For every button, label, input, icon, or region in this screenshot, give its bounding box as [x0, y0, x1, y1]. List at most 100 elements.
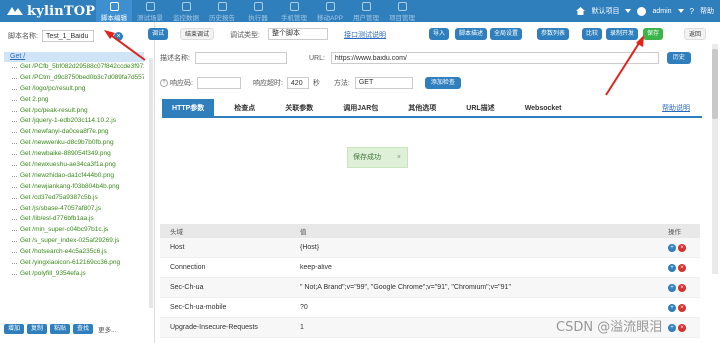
- copy-node-button[interactable]: 复制: [27, 324, 48, 334]
- toast-close-icon[interactable]: ×: [397, 148, 401, 167]
- tree-item[interactable]: Get /PCtm_d9c8750bed0b3c7d089fa7d55720d6…: [4, 73, 144, 84]
- global-settings-button[interactable]: 全局设置: [490, 28, 523, 40]
- nav-item-7[interactable]: 用户管理: [348, 0, 384, 22]
- tree-item[interactable]: Get /s_super_index-025af29269.js: [4, 236, 144, 247]
- nav-item-6[interactable]: 移动APP: [312, 0, 348, 22]
- compare-button[interactable]: 比较: [582, 28, 603, 40]
- debug-type-select[interactable]: 整个脚本: [268, 28, 328, 40]
- stop-debug-button[interactable]: 结束调试: [180, 28, 215, 40]
- header-name-cell[interactable]: Sec-Ch-ua-mobile: [160, 304, 300, 311]
- tree-item[interactable]: Get /yingxiaoicon-612169cc36.png: [4, 258, 144, 269]
- nav-item-3[interactable]: 历史报告: [204, 0, 240, 22]
- param-list-button[interactable]: 参数列表: [537, 28, 570, 40]
- nav-item-0[interactable]: 脚本编辑: [96, 0, 132, 22]
- nav-item-2[interactable]: 监控数据: [168, 0, 204, 22]
- help-link[interactable]: 帮助: [700, 6, 714, 16]
- import-button[interactable]: 导入: [429, 28, 450, 40]
- tree-item[interactable]: Get /newwenku-d8c9b7b0fb.png: [4, 138, 144, 149]
- add-node-button[interactable]: 增加: [4, 324, 25, 334]
- resp-code-input[interactable]: [196, 77, 241, 89]
- header-name-cell[interactable]: Connection: [160, 264, 300, 271]
- delete-row-icon[interactable]: ×: [678, 323, 686, 332]
- url-input[interactable]: [330, 52, 659, 64]
- script-name-input[interactable]: [41, 30, 94, 42]
- tree-item[interactable]: Get /polyfill_9354efa.js: [4, 269, 144, 280]
- scrollbar-thumb[interactable]: [712, 49, 718, 119]
- home-icon[interactable]: [576, 7, 586, 15]
- tree-item[interactable]: Get /newfanyi-da0cea8f7e.png: [4, 127, 144, 138]
- tabs-help-link[interactable]: 帮助说明: [662, 99, 690, 118]
- add-row-icon[interactable]: +: [668, 303, 676, 312]
- delete-row-icon[interactable]: ×: [678, 283, 686, 292]
- paste-node-button[interactable]: 粘贴: [50, 324, 71, 334]
- tab-3[interactable]: 调用JAR包: [333, 99, 388, 118]
- nav-item-1[interactable]: 测试场景: [132, 0, 168, 22]
- header-value-cell[interactable]: ?0: [300, 304, 668, 311]
- nav-label: 脚本编辑: [101, 15, 127, 22]
- add-row-icon[interactable]: +: [668, 323, 676, 332]
- top-right-area: 默认项目 admin ? 帮助: [570, 0, 714, 22]
- back-button[interactable]: 返回: [684, 28, 707, 40]
- find-node-button[interactable]: 查找: [73, 324, 94, 334]
- tree-item[interactable]: Get /min_super-c04bc97b1c.js: [4, 225, 144, 236]
- header-name-cell[interactable]: Sec-Ch-ua: [160, 284, 300, 291]
- timeout-input[interactable]: [286, 77, 309, 89]
- header-value-cell[interactable]: " Not;A Brand";v="99", "Google Chrome";v…: [300, 284, 668, 291]
- port-test-help-link[interactable]: 接口测试说明: [344, 30, 386, 40]
- nav-item-5[interactable]: 手机管理: [276, 0, 312, 22]
- tree-item[interactable]: Get /pc/peak-result.png: [4, 106, 144, 117]
- main-scrollbar[interactable]: [712, 44, 718, 274]
- header-value-cell[interactable]: keep-alive: [300, 264, 668, 271]
- tree-item[interactable]: Get /newbaike-889054f349.png: [4, 149, 144, 160]
- username[interactable]: admin: [652, 8, 671, 15]
- tree-item[interactable]: Get /PCfb_5bf082d29588c07f842ccde3f97243…: [4, 62, 144, 73]
- tree-item[interactable]: Get /newzhidao-da1cf444b0.png: [4, 171, 144, 182]
- nav-item-4[interactable]: 执行器: [240, 0, 276, 22]
- debug-type-label: 调试类型:: [230, 32, 260, 39]
- tree-item[interactable]: Get /cd37ed75a9387c5b.js: [4, 193, 144, 204]
- add-row-icon[interactable]: +: [668, 263, 676, 272]
- save-button[interactable]: 保存: [643, 28, 664, 40]
- delete-row-icon[interactable]: ×: [678, 303, 686, 312]
- question-icon[interactable]: ?: [690, 7, 694, 16]
- more-link[interactable]: 更多...: [98, 324, 116, 334]
- tree-root-node[interactable]: Get /: [4, 52, 144, 62]
- tree-item[interactable]: Get /newjiankang-f03b804b4b.png: [4, 182, 144, 193]
- desc-input[interactable]: [194, 52, 287, 64]
- record-dev-button[interactable]: 录制开发: [606, 28, 639, 40]
- tab-2[interactable]: 关联参数: [275, 99, 323, 118]
- add-check-button[interactable]: 添加检查: [424, 77, 461, 89]
- tree-scrollbar[interactable]: [149, 58, 153, 308]
- delete-row-icon[interactable]: ×: [678, 263, 686, 272]
- method-select[interactable]: GET: [354, 77, 413, 89]
- tab-5[interactable]: URL描述: [456, 99, 504, 118]
- add-row-icon[interactable]: +: [668, 283, 676, 292]
- help-circle-icon[interactable]: ?: [160, 79, 168, 87]
- tree-item[interactable]: Get 2.png: [4, 95, 144, 106]
- tree-item[interactable]: Get /hotsearch-e4c5a235c6.js: [4, 247, 144, 258]
- header-name-cell[interactable]: Upgrade-Insecure-Requests: [160, 324, 300, 331]
- tab-1[interactable]: 检查点: [224, 99, 265, 118]
- delete-row-icon[interactable]: ×: [678, 243, 686, 252]
- desc-row: 描述名称: URL: 历史: [160, 52, 691, 64]
- tree-item[interactable]: Get /logo/pc/result.png: [4, 84, 144, 95]
- user-dropdown-icon[interactable]: [677, 9, 684, 13]
- tab-4[interactable]: 其他选项: [398, 99, 446, 118]
- chevron-down-icon[interactable]: [625, 9, 632, 13]
- tree-item[interactable]: Get /lib/esl-d776bfb1aa.js: [4, 214, 144, 225]
- tree-item[interactable]: Get /jquery-1-edb203c114.10.2.js: [4, 116, 144, 127]
- tab-6[interactable]: Websocket: [515, 99, 572, 118]
- close-icon[interactable]: ×: [114, 32, 123, 41]
- header-value-cell[interactable]: {Host}: [300, 244, 668, 251]
- debug-button[interactable]: 调试: [148, 28, 169, 40]
- nav-item-8[interactable]: 项目管理: [384, 0, 420, 22]
- table-row: Sec-Ch-ua-mobile ?0 + ×: [160, 298, 700, 318]
- tree-item[interactable]: Get /js/sbase-47057af807.js: [4, 204, 144, 215]
- add-row-icon[interactable]: +: [668, 243, 676, 252]
- tree-item[interactable]: Get /newxueshu-ae34ca3f1a.png: [4, 160, 144, 171]
- project-name[interactable]: 默认项目: [591, 6, 619, 16]
- header-name-cell[interactable]: Host: [160, 244, 300, 251]
- history-button[interactable]: 历史: [666, 52, 691, 64]
- script-desc-button[interactable]: 脚本描述: [455, 28, 488, 40]
- tab-0[interactable]: HTTP参数: [162, 99, 215, 118]
